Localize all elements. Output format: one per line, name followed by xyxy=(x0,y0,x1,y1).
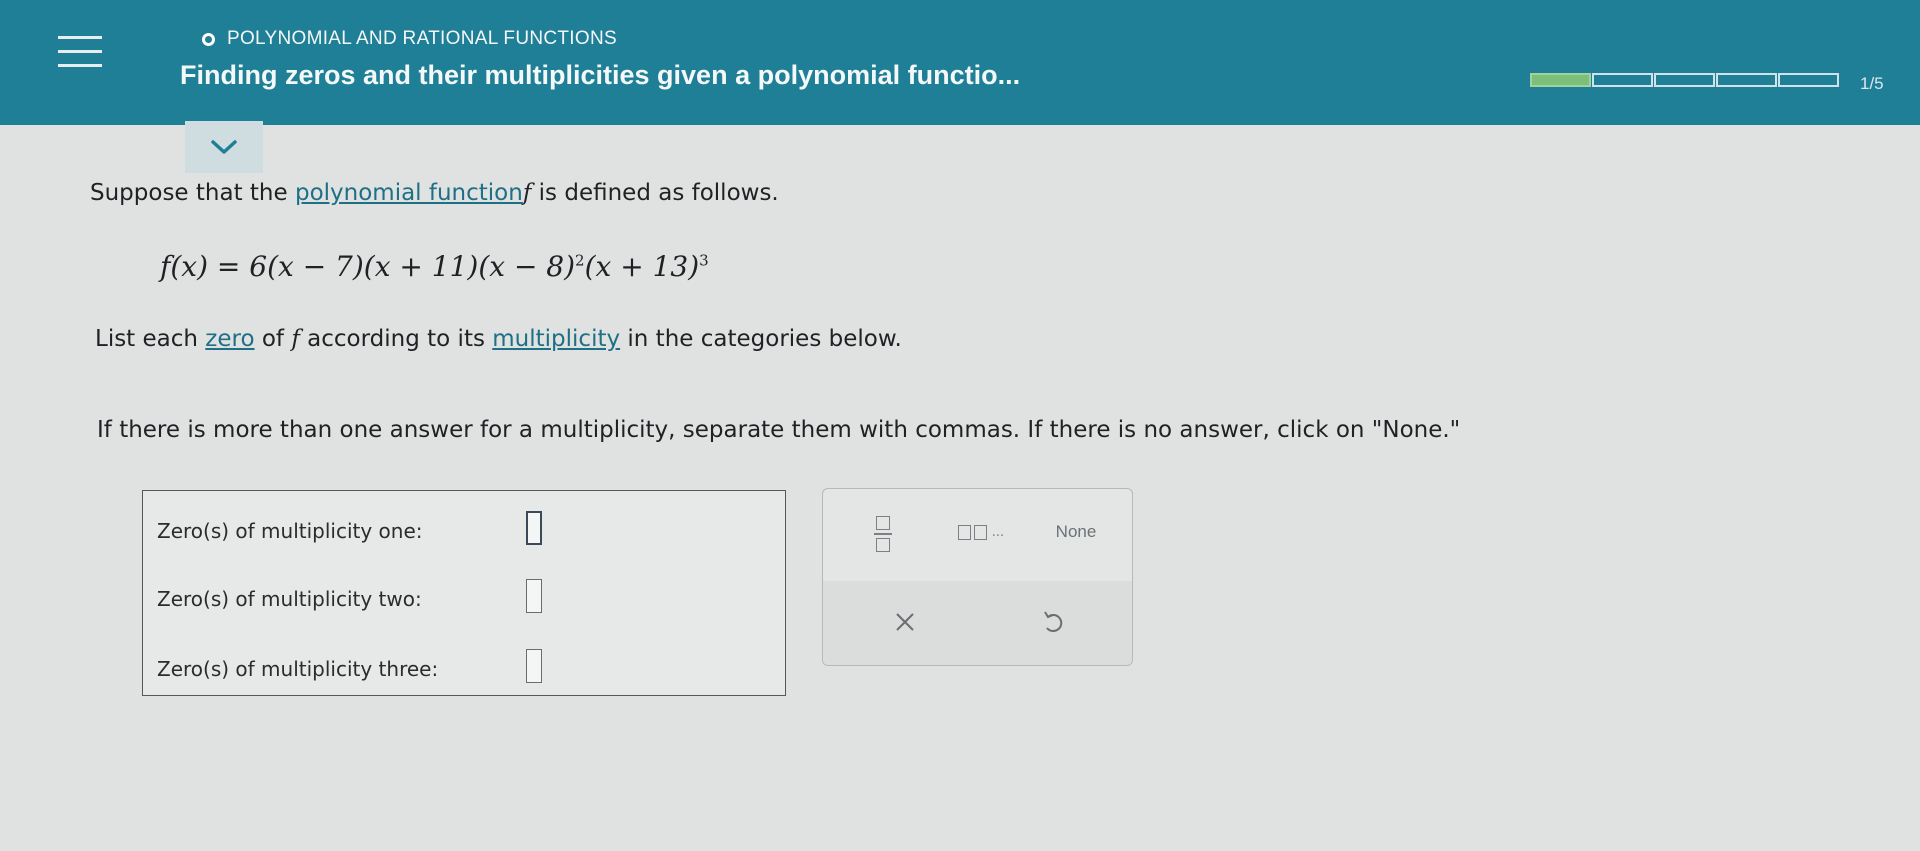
undo-button[interactable] xyxy=(1023,597,1083,647)
fraction-button[interactable] xyxy=(861,509,905,559)
hamburger-menu-icon-bar xyxy=(58,50,102,53)
problem-intro: Suppose that the polynomial functionf is… xyxy=(90,180,779,206)
list-dots: ... xyxy=(991,524,1005,540)
equation-exponent: 3 xyxy=(699,251,709,270)
equation-exponent: 2 xyxy=(575,251,585,270)
progress-bar xyxy=(1530,73,1839,87)
comma-instruction: If there is more than one answer for a m… xyxy=(97,417,1461,443)
fraction-numerator-icon xyxy=(876,516,890,531)
polynomial-equation: f(x) = 6(x − 7)(x + 11)(x − 8)2(x + 13)3 xyxy=(160,250,709,283)
times-icon xyxy=(896,613,914,631)
list-text: List each xyxy=(95,326,206,352)
topic-text: POLYNOMIAL AND RATIONAL FUNCTIONS xyxy=(227,28,617,49)
chevron-down-icon xyxy=(211,140,237,154)
collapse-toggle-button[interactable] xyxy=(185,118,263,173)
fraction-denominator-icon xyxy=(876,537,890,552)
list-text: of xyxy=(254,326,292,352)
answer-label-one: Zero(s) of multiplicity one: xyxy=(157,519,423,543)
equation-factor: (x + 13) xyxy=(584,250,700,283)
intro-text: Suppose that the xyxy=(90,180,295,206)
list-text: in the categories below. xyxy=(620,326,902,352)
intro-text-end: is defined as follows. xyxy=(531,180,779,206)
page-title: Finding zeros and their multiplicities g… xyxy=(180,60,1021,90)
multiplicity-two-input[interactable] xyxy=(526,579,542,613)
zero-link[interactable]: zero xyxy=(205,326,254,352)
multiplicity-one-input[interactable] xyxy=(526,511,542,545)
list-text: according to its xyxy=(299,326,493,352)
progress-count: 1/5 xyxy=(1860,74,1884,93)
hamburger-menu-icon xyxy=(58,36,102,39)
topic-status-icon xyxy=(202,32,215,46)
equation-main: f(x) = 6(x − 7)(x + 11)(x − 8) xyxy=(160,250,576,283)
list-box-icon xyxy=(957,524,971,540)
answer-label-three: Zero(s) of multiplicity three: xyxy=(157,657,439,681)
topic-label: POLYNOMIAL AND RATIONAL FUNCTIONS xyxy=(202,28,617,50)
undo-icon xyxy=(1044,611,1063,633)
answer-label-two: Zero(s) of multiplicity two: xyxy=(157,587,422,611)
list-instruction: List each zero of f according to its mul… xyxy=(95,326,902,352)
none-button[interactable]: None xyxy=(1041,517,1111,547)
top-header-bar: POLYNOMIAL AND RATIONAL FUNCTIONS Findin… xyxy=(0,0,1920,125)
list-button[interactable]: ... xyxy=(941,517,1021,547)
list-box-icon xyxy=(973,524,987,540)
multiplicity-link[interactable]: multiplicity xyxy=(492,326,620,352)
menu-button[interactable] xyxy=(58,36,104,74)
hamburger-menu-icon-bar xyxy=(58,64,102,67)
progress-segment xyxy=(1530,73,1591,87)
keypad-action-row xyxy=(823,581,1132,665)
answer-panel: Zero(s) of multiplicity one: Zero(s) of … xyxy=(142,490,786,696)
progress-segment xyxy=(1592,73,1653,87)
progress-segment xyxy=(1778,73,1839,87)
multiplicity-three-input[interactable] xyxy=(526,649,542,683)
clear-button[interactable] xyxy=(875,597,935,647)
math-keypad: ... None xyxy=(822,488,1133,666)
progress-segment xyxy=(1654,73,1715,87)
polynomial-function-link[interactable]: polynomial function xyxy=(295,180,523,206)
fraction-bar-icon xyxy=(874,533,892,535)
function-variable: f xyxy=(291,326,300,352)
progress-segment xyxy=(1716,73,1777,87)
